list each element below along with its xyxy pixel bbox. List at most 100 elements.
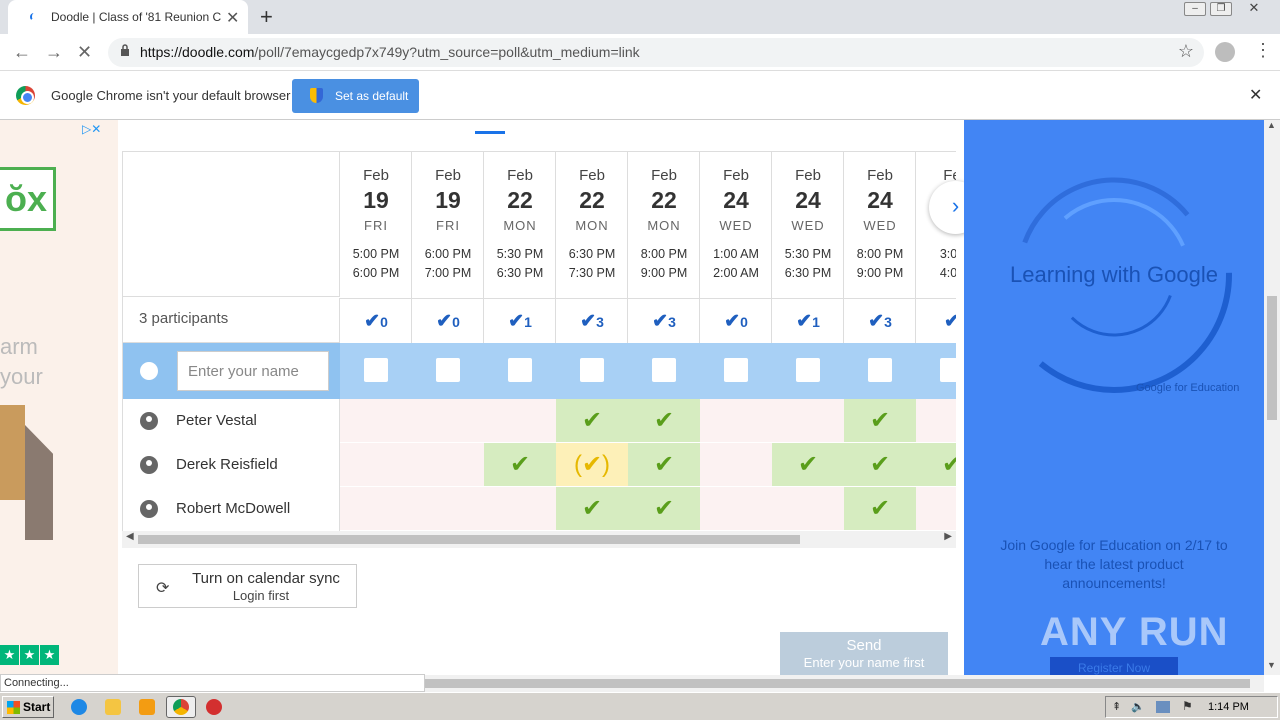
ad-register-button[interactable]: Register Now (1050, 657, 1178, 675)
participant-row: Peter Vestal (123, 399, 340, 443)
vote-checkbox[interactable] (940, 358, 956, 382)
chrome-menu-icon[interactable]: ⋮ (1254, 40, 1272, 61)
flag-icon[interactable]: ⚑ (1182, 699, 1193, 713)
scrollbar-thumb[interactable] (138, 535, 800, 544)
column-month: Feb (651, 167, 677, 184)
right-advertisement[interactable]: Learning with Google Google for Educatio… (964, 120, 1264, 675)
vote-input-cell (340, 343, 412, 399)
column-weekday: WED (791, 218, 825, 233)
vote-cell-no (340, 443, 412, 487)
vote-cell-yes: ✔ (628, 399, 700, 443)
poll-grid: 3 participants Peter Vestal Derek Reisfie… (122, 151, 956, 531)
checkmark-icon: ✔ (580, 311, 597, 332)
scroll-down-arrow-icon[interactable]: ▼ (1267, 660, 1276, 670)
stop-icon[interactable] (206, 699, 222, 715)
vote-cell-no (340, 399, 412, 443)
column-start-time: 8:00 PM (640, 247, 688, 261)
column-day: 19 (435, 187, 461, 213)
column-weekday: FRI (436, 218, 460, 233)
vote-cell-yes: ✔ (844, 487, 916, 531)
column-end-time: 6:30 PM (496, 266, 544, 280)
column-end-time: 9:00 PM (856, 266, 904, 280)
new-tab-button[interactable]: + (260, 4, 273, 30)
column-vote-count: ✔3 (628, 298, 700, 343)
date-column: Feb 22 MON 5:30 PM 6:30 PM ✔1 ✔ (484, 152, 556, 531)
active-tab[interactable]: Doodle | Class of '81 Reunion Comm ✕ (8, 0, 248, 34)
vote-cell-yes: ✔ (628, 443, 700, 487)
vote-input-cell (484, 343, 556, 399)
vote-input-cell (772, 343, 844, 399)
participants-count: 3 participants (123, 298, 340, 343)
calendar-sync-subtitle: Login first (232, 588, 290, 603)
scrollbar-thumb[interactable] (1267, 296, 1277, 420)
checkmark-icon: ✔ (508, 311, 525, 332)
calendar-sync-button[interactable]: ⟳ Turn on calendar sync Login first (138, 564, 357, 608)
vote-cell-no (700, 487, 772, 531)
vote-cell-yes: ✔ (556, 399, 628, 443)
vote-checkbox[interactable] (508, 358, 532, 382)
send-button[interactable]: Send Enter your name first (780, 632, 948, 675)
column-vote-count: ✔1 (772, 298, 844, 343)
column-end-time: 9:00 PM (640, 266, 688, 280)
set-as-default-button[interactable]: Set as default (292, 79, 419, 113)
vote-checkbox[interactable] (652, 358, 676, 382)
name-input[interactable] (177, 351, 329, 391)
vote-checkbox[interactable] (796, 358, 820, 382)
column-month: Feb (723, 167, 749, 184)
tab-close-icon[interactable]: ✕ (226, 8, 239, 28)
scrollbar-thumb[interactable] (424, 679, 1250, 688)
media-player-icon[interactable] (139, 699, 155, 715)
chrome-icon (173, 699, 189, 715)
column-end-time: 6:30 PM (784, 266, 832, 280)
address-bar[interactable]: https://doodle.com/poll/7emaycgedp7x749y… (108, 38, 1204, 67)
start-label: Start (23, 700, 51, 714)
date-column: Feb 24 WED 8:00 PM 9:00 PM ✔3 ✔ ✔ ✔ (844, 152, 916, 531)
network-icon[interactable] (1156, 701, 1170, 713)
vote-checkbox[interactable] (868, 358, 892, 382)
column-start-time: 3:00 (939, 247, 956, 261)
infobar-text: Google Chrome isn't your default browser (51, 88, 291, 103)
vote-checkbox[interactable] (724, 358, 748, 382)
infobar-close-icon[interactable]: ✕ (1249, 85, 1262, 105)
vote-cell-no (916, 399, 956, 443)
tray-expand-icon[interactable]: ⇞ (1112, 700, 1121, 713)
stop-loading-icon[interactable]: ✕ (77, 42, 92, 63)
scroll-left-arrow-icon[interactable]: ◀ (126, 531, 134, 542)
system-tray: ⇞ 🔈 ⚑ (1105, 696, 1278, 718)
vote-cell-no (700, 443, 772, 487)
column-start-time: 6:00 PM (424, 247, 472, 261)
grid-horizontal-scrollbar[interactable]: ◀ ▶ (122, 531, 956, 548)
start-button[interactable]: Start (2, 696, 54, 718)
bookmark-star-icon[interactable]: ☆ (1178, 41, 1194, 62)
profile-avatar[interactable] (1215, 42, 1235, 62)
scroll-right-arrow-icon[interactable]: ▶ (944, 531, 952, 542)
vote-checkbox[interactable] (436, 358, 460, 382)
vote-input-cell (556, 343, 628, 399)
left-advertisement[interactable]: ▷✕ ŏx arm your ★ ★ ★ (0, 120, 118, 675)
vote-cell-no (484, 399, 556, 443)
window-close-button[interactable]: ✕ (1243, 1, 1265, 16)
participant-row: Robert McDowell (123, 487, 340, 531)
checkmark-icon: ✔ (652, 311, 669, 332)
column-end-time: 7:30 PM (568, 266, 616, 280)
scroll-up-arrow-icon[interactable]: ▲ (1267, 120, 1276, 130)
volume-icon[interactable]: 🔈 (1131, 700, 1145, 713)
windows-taskbar: Start ⇞ 🔈 ⚑ 1:14 PM (0, 692, 1280, 720)
vote-checkbox[interactable] (364, 358, 388, 382)
date-column: Feb 22 MON 6:30 PM 7:30 PM ✔3 ✔ (✔) ✔ (556, 152, 628, 531)
restore-button[interactable]: ❐ (1210, 2, 1232, 16)
back-arrow-icon[interactable]: ← (13, 42, 31, 63)
ie-icon[interactable] (71, 699, 87, 715)
vote-checkbox[interactable] (580, 358, 604, 382)
user-icon (140, 412, 158, 430)
column-weekday: MON (503, 218, 537, 233)
column-vote-count: ✔0 (412, 298, 484, 343)
forward-arrow-icon[interactable]: → (45, 42, 63, 63)
ad-product-image-shadow (25, 425, 53, 540)
star-icon: ★ (20, 645, 39, 665)
minimize-button[interactable]: – (1184, 2, 1206, 16)
vote-input-cell (916, 343, 956, 399)
adchoices-icon[interactable]: ▷✕ (82, 122, 101, 136)
explorer-icon[interactable] (105, 699, 121, 715)
page-vertical-scrollbar[interactable]: ▲ ▼ (1264, 120, 1280, 675)
